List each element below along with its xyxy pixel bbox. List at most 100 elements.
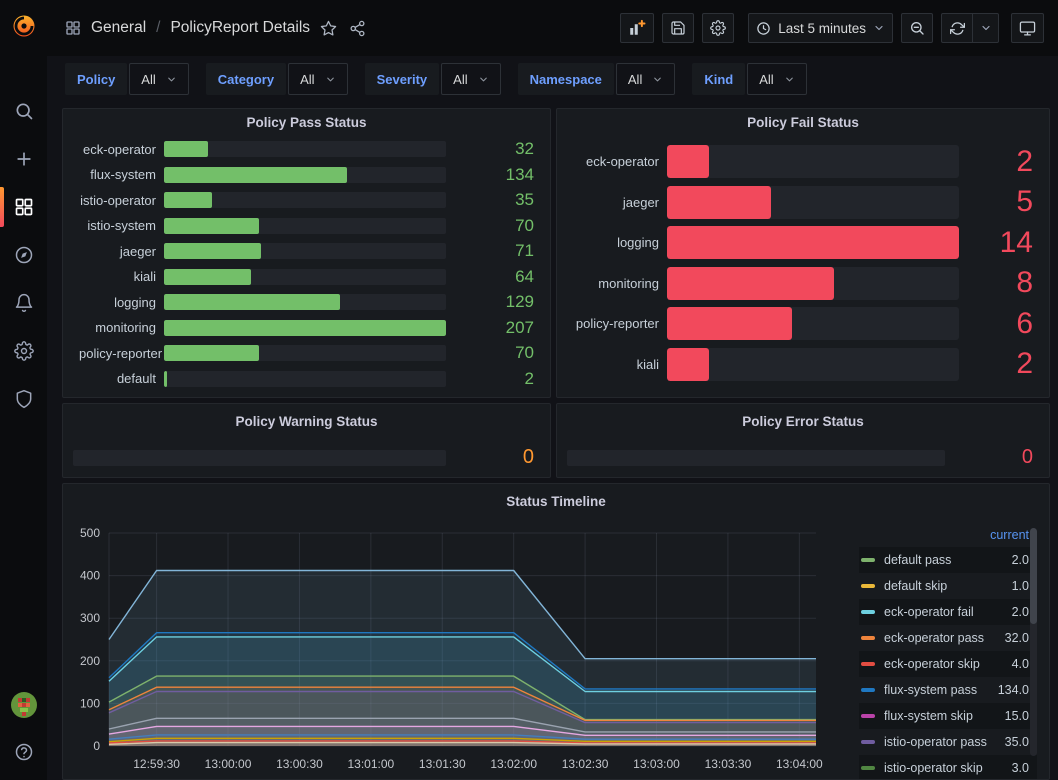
panel-title[interactable]: Status Timeline	[63, 488, 1049, 516]
gauge-row-value: 129	[454, 292, 534, 312]
legend-series-label[interactable]: default pass	[884, 553, 1012, 567]
gauge-row-value: 8	[971, 266, 1033, 300]
legend-series-marker	[861, 584, 875, 588]
gauge-row-label: jaeger	[79, 244, 156, 259]
zoom-out-time-button[interactable]	[901, 13, 933, 43]
sidebar-item-configuration[interactable]	[0, 327, 47, 375]
bar-gauge-warning: 0	[73, 446, 534, 469]
filter-value-kind: All	[759, 72, 773, 87]
legend-series-label[interactable]: flux-system pass	[884, 683, 998, 697]
bar-fill	[164, 167, 347, 183]
gauge-row-value: 71	[454, 241, 534, 261]
legend-series-label[interactable]: eck-operator fail	[884, 605, 1012, 619]
legend-current-value: 4.0	[1012, 657, 1029, 671]
gauge-row-label: policy-reporter	[573, 316, 659, 331]
filter-dropdown-severity[interactable]: All	[441, 63, 500, 95]
explore-compass-icon	[14, 245, 34, 265]
bar-fill	[164, 218, 259, 234]
sidebar-item-help[interactable]	[0, 738, 47, 766]
sidebar-item-dashboards[interactable]	[0, 183, 47, 231]
star-dashboard-button[interactable]	[318, 18, 339, 39]
configuration-gear-icon	[14, 341, 34, 361]
x-axis-tick-label: 13:00:00	[205, 757, 252, 771]
gauge-row-label: monitoring	[573, 276, 659, 291]
bar-fill	[667, 307, 792, 340]
panel-policy-pass-status: Policy Pass Status eck-operator32 flux-sy…	[62, 108, 551, 398]
grafana-logo[interactable]	[10, 12, 38, 45]
legend-series-label[interactable]: eck-operator pass	[884, 631, 1005, 645]
bar-fill	[164, 320, 446, 336]
bar-fill	[667, 186, 771, 219]
bar-track	[667, 226, 959, 259]
chevron-down-icon	[325, 74, 336, 85]
legend-header-current[interactable]: current	[859, 526, 1037, 547]
gauge-row: logging129	[79, 294, 534, 310]
legend-current-value: 32.0	[1005, 631, 1029, 645]
gauge-row-value: 207	[454, 318, 534, 338]
gauge-row: monitoring207	[79, 320, 534, 336]
dashboard-settings-button[interactable]	[702, 13, 734, 43]
gauge-row-value: 5	[971, 185, 1033, 219]
gauge-value: 0	[955, 446, 1033, 469]
share-dashboard-button[interactable]	[347, 18, 368, 39]
bar-fill	[164, 269, 251, 285]
panel-title[interactable]: Policy Fail Status	[557, 109, 1049, 137]
x-axis-tick-label: 13:04:00	[776, 757, 823, 771]
bar-fill	[667, 226, 959, 259]
legend-series-marker	[861, 636, 875, 640]
y-axis-tick-label: 500	[80, 526, 100, 540]
sidebar-item-create[interactable]	[0, 135, 47, 183]
legend-scrollbar-thumb[interactable]	[1030, 528, 1037, 624]
sidebar-item-explore[interactable]	[0, 231, 47, 279]
refresh-interval-dropdown[interactable]	[973, 13, 999, 43]
refresh-dashboard-button[interactable]	[941, 13, 973, 43]
gauge-row-label: policy-reporter	[79, 346, 156, 361]
sidebar-item-search[interactable]	[0, 87, 47, 135]
legend-series-marker	[861, 662, 875, 666]
add-panel-button[interactable]	[620, 13, 654, 43]
gauge-row-value: 14	[971, 226, 1033, 260]
gauge-row-value: 2	[971, 145, 1033, 179]
gauge-row: eck-operator32	[79, 141, 534, 157]
x-axis-tick-label: 13:02:30	[562, 757, 609, 771]
x-axis-tick-label: 13:00:30	[276, 757, 323, 771]
sidebar-item-alerting[interactable]	[0, 279, 47, 327]
bar-track	[667, 145, 959, 178]
server-admin-shield-icon	[14, 389, 34, 409]
save-dashboard-button[interactable]	[662, 13, 694, 43]
bar-track	[164, 167, 446, 183]
panel-title[interactable]: Policy Pass Status	[63, 109, 550, 137]
gauge-row-value: 6	[971, 307, 1033, 341]
gauge-row-label: eck-operator	[79, 142, 156, 157]
dashboard-title[interactable]: PolicyReport Details	[170, 19, 310, 37]
filter-dropdown-category[interactable]: All	[288, 63, 347, 95]
legend-series-label[interactable]: istio-operator skip	[884, 761, 1012, 775]
chevron-down-icon	[784, 74, 795, 85]
panel-policy-warning-status: Policy Warning Status 0	[62, 403, 551, 478]
sidebar-nav	[0, 87, 47, 423]
gauge-row-label: flux-system	[79, 167, 156, 182]
filter-value-category: All	[300, 72, 314, 87]
gauge-row: policy-reporter 6	[573, 307, 1033, 340]
legend-series-label[interactable]: flux-system skip	[884, 709, 1005, 723]
bar-fill	[164, 345, 259, 361]
panel-policy-error-status: Policy Error Status 0	[556, 403, 1050, 478]
filter-dropdown-policy[interactable]: All	[129, 63, 188, 95]
cycle-view-mode-button[interactable]	[1011, 13, 1044, 43]
legend-series-label[interactable]: istio-operator pass	[884, 735, 1005, 749]
gauge-row-label: istio-system	[79, 218, 156, 233]
bar-fill	[667, 348, 709, 381]
apps-grid-icon	[65, 20, 81, 36]
search-icon	[14, 101, 34, 121]
filter-dropdown-namespace[interactable]: All	[616, 63, 675, 95]
legend-series-label[interactable]: default skip	[884, 579, 1012, 593]
user-avatar[interactable]	[11, 692, 37, 718]
legend-series-label[interactable]: eck-operator skip	[884, 657, 1012, 671]
panel-title[interactable]: Policy Warning Status	[63, 408, 550, 436]
panel-title[interactable]: Policy Error Status	[557, 408, 1049, 436]
sidebar-item-server-admin[interactable]	[0, 375, 47, 423]
filter-dropdown-kind[interactable]: All	[747, 63, 806, 95]
gauge-row-label: jaeger	[573, 195, 659, 210]
time-range-picker[interactable]: Last 5 minutes	[748, 13, 893, 43]
breadcrumb-section[interactable]: General	[91, 19, 146, 37]
